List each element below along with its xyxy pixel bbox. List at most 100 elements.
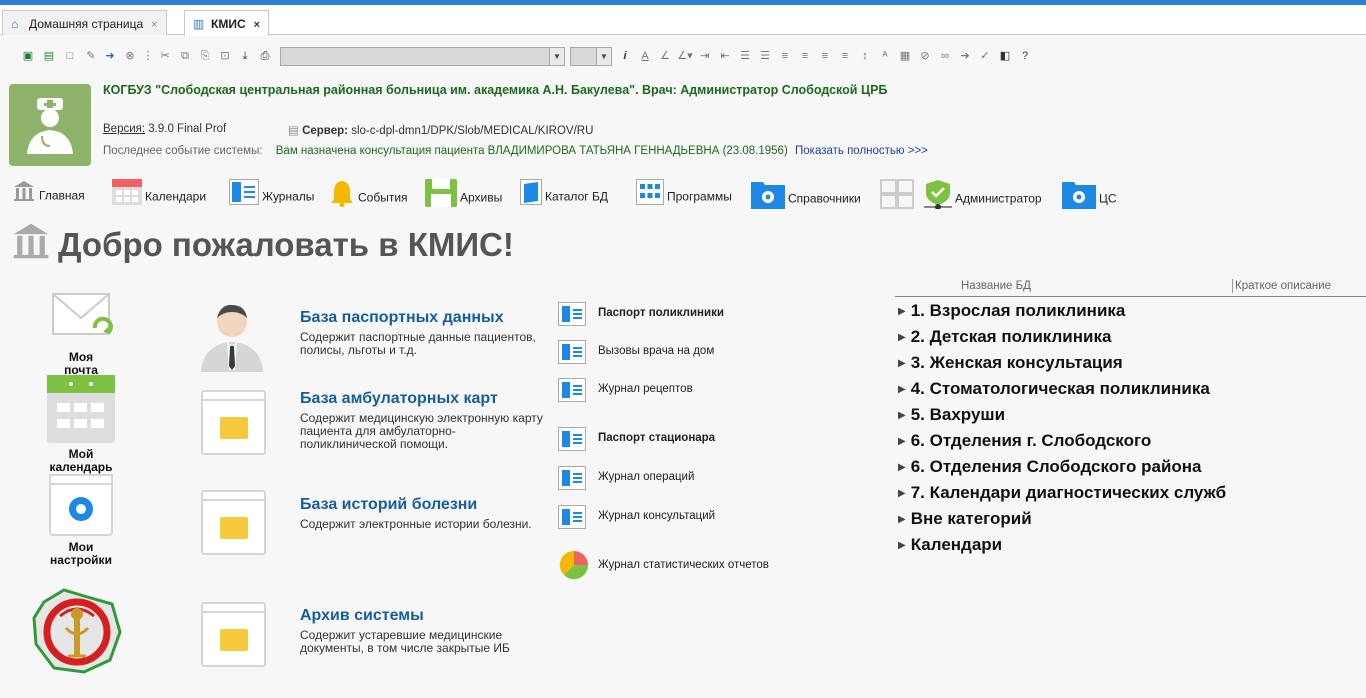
font-size-select[interactable]: ▼ bbox=[570, 47, 612, 66]
expand-arrow-icon[interactable]: ▶ bbox=[898, 332, 906, 343]
close-tab-icon[interactable]: × bbox=[151, 19, 157, 31]
nav-grid[interactable] bbox=[880, 179, 917, 209]
db-title[interactable]: База амбулаторных карт bbox=[300, 390, 498, 408]
copy-icon[interactable]: ⧉ bbox=[177, 48, 193, 64]
expand-arrow-icon[interactable]: ▶ bbox=[898, 306, 906, 317]
server-value: slo-c-dpl-dmn1/DPK/Slob/MEDICAL/KIROV/RU bbox=[351, 125, 594, 137]
tab-home[interactable]: ⌂ Домашняя страница × bbox=[2, 10, 167, 35]
excel-icon[interactable]: ▣ bbox=[20, 48, 36, 64]
pen-icon[interactable]: ∠ bbox=[657, 48, 673, 64]
help-icon[interactable]: ? bbox=[1017, 48, 1033, 64]
tree-node[interactable]: ▶ 3. Женская консультация bbox=[898, 353, 1123, 373]
cancel-icon[interactable]: ⊗ bbox=[122, 48, 138, 64]
expand-arrow-icon[interactable]: ▶ bbox=[898, 462, 906, 473]
justify-icon[interactable]: ≡ bbox=[837, 48, 853, 64]
passport-db-card[interactable]: База паспортных данных Содержит паспортн… bbox=[196, 300, 536, 380]
my-mail-shortcut[interactable]: Моя почта bbox=[36, 290, 126, 377]
expand-arrow-icon[interactable]: ▶ bbox=[898, 410, 906, 421]
tree-node[interactable]: ▶ 6. Отделения г. Слободского bbox=[898, 431, 1151, 451]
font-family-select[interactable]: ▼ bbox=[280, 47, 565, 66]
journal-item[interactable]: Паспорт стационара bbox=[558, 427, 798, 451]
tab-kmis[interactable]: ▥ КМИС × bbox=[184, 10, 270, 36]
line-spacing-icon[interactable]: ↕ bbox=[857, 48, 873, 64]
nav-programs[interactable]: Программы bbox=[636, 179, 732, 209]
apps-icon bbox=[636, 179, 664, 216]
tree-node[interactable]: ▶ Календари bbox=[898, 535, 1002, 555]
journal-item[interactable]: Журнал статистических отчетов bbox=[558, 550, 798, 580]
forward-icon[interactable]: ➜ bbox=[102, 48, 118, 64]
highlight-icon[interactable]: ∠▾ bbox=[677, 48, 693, 64]
db-title[interactable]: Архив системы bbox=[300, 607, 424, 625]
col-header-name[interactable]: Название БД bbox=[961, 280, 1031, 292]
tree-node[interactable]: ▶ 2. Детская поликлиника bbox=[898, 327, 1111, 347]
col-divider[interactable] bbox=[1232, 279, 1233, 293]
my-settings-shortcut[interactable]: Мои настройки bbox=[36, 474, 126, 567]
tree-node[interactable]: ▶ 4. Стоматологическая поликлиника bbox=[898, 379, 1210, 399]
spellcheck-icon[interactable]: ✓ bbox=[977, 48, 993, 64]
link-icon[interactable]: ∞ bbox=[937, 48, 953, 64]
expand-arrow-icon[interactable]: ▶ bbox=[898, 358, 906, 369]
format-icon[interactable]: ◧ bbox=[997, 48, 1013, 64]
nav-references[interactable]: Справочники bbox=[751, 179, 861, 209]
col-header-description[interactable]: Краткое описание bbox=[1235, 280, 1331, 292]
tree-node[interactable]: ▶ 1. Взрослая поликлиника bbox=[898, 301, 1125, 321]
journal-item[interactable]: Журнал рецептов bbox=[558, 378, 798, 402]
nav-cs[interactable]: ЦС bbox=[1062, 179, 1117, 209]
page-icon[interactable]: □ bbox=[62, 48, 78, 64]
align-center-icon[interactable]: ≡ bbox=[797, 48, 813, 64]
italic-icon[interactable]: i bbox=[617, 48, 633, 64]
journal-item[interactable]: Журнал операций bbox=[558, 466, 798, 490]
print-icon[interactable]: ⎙ bbox=[257, 48, 273, 64]
outdent-icon[interactable]: ⇤ bbox=[717, 48, 733, 64]
tree-node[interactable]: ▶ Вне категорий bbox=[898, 509, 1032, 529]
attach-icon[interactable]: ⊘ bbox=[917, 48, 933, 64]
outpatient-db-card[interactable]: База амбулаторных карт Содержит медицинс… bbox=[196, 390, 543, 470]
event-message: Вам назначена консультация пациента ВЛАД… bbox=[275, 145, 788, 157]
tree-node[interactable]: ▶ 6. Отделения Слободского района bbox=[898, 457, 1202, 477]
nav-admin[interactable]: Администратор bbox=[924, 179, 1042, 210]
calculator-icon[interactable]: ▤ bbox=[41, 48, 57, 64]
version-label[interactable]: Версия: bbox=[103, 123, 145, 135]
cut-icon[interactable]: ✂ bbox=[157, 48, 173, 64]
journal-item[interactable]: Вызовы врача на дом bbox=[558, 340, 798, 364]
align-right-icon[interactable]: ≡ bbox=[817, 48, 833, 64]
nav-catalog[interactable]: Каталог БД bbox=[520, 179, 608, 209]
tree-node[interactable]: ▶ 5. Вахруши bbox=[898, 405, 1005, 425]
expand-arrow-icon[interactable]: ▶ bbox=[898, 436, 906, 447]
my-calendar-shortcut[interactable]: Мой календарь bbox=[36, 375, 126, 474]
paste-icon[interactable]: ⎘ bbox=[197, 48, 213, 64]
font-color-icon[interactable]: A bbox=[637, 48, 653, 64]
journal-item[interactable]: Паспорт поликлиники bbox=[558, 302, 798, 326]
db-title[interactable]: База историй болезни bbox=[300, 496, 477, 514]
history-db-card[interactable]: База историй болезни Содержит электронны… bbox=[196, 490, 536, 570]
nav-events[interactable]: События bbox=[329, 179, 408, 209]
insert-icon[interactable]: ➔ bbox=[957, 48, 973, 64]
table-icon[interactable]: ▦ bbox=[897, 48, 913, 64]
gear-icon bbox=[49, 474, 113, 536]
align-left-icon[interactable]: ≡ bbox=[777, 48, 793, 64]
nav-archives[interactable]: Архивы bbox=[425, 179, 502, 209]
nav-calendars[interactable]: Календари bbox=[112, 179, 206, 209]
expand-arrow-icon[interactable]: ▶ bbox=[898, 540, 906, 551]
edit-icon[interactable]: ✎ bbox=[83, 48, 99, 64]
font-size-icon[interactable]: ᴬ bbox=[877, 48, 893, 64]
expand-arrow-icon[interactable]: ▶ bbox=[898, 384, 906, 395]
show-more-link[interactable]: Показать полностью >>> bbox=[795, 145, 928, 157]
tree-node[interactable]: ▶ 7. Календари диагностических служб bbox=[898, 483, 1226, 503]
db-title[interactable]: База паспортных данных bbox=[300, 309, 504, 327]
journal-item[interactable]: Журнал консультаций bbox=[558, 505, 798, 529]
journal-icon bbox=[558, 378, 586, 402]
paste-special-icon[interactable]: ⊡ bbox=[217, 48, 233, 64]
expand-arrow-icon[interactable]: ▶ bbox=[898, 514, 906, 525]
server-icon: ▤ bbox=[288, 125, 299, 137]
archive-db-card[interactable]: Архив системы Содержит устаревшие медици… bbox=[196, 602, 536, 682]
nav-home[interactable]: Главная bbox=[12, 179, 85, 209]
indent-icon[interactable]: ⇥ bbox=[697, 48, 713, 64]
download-icon[interactable]: ⤓ bbox=[237, 48, 253, 64]
nav-journals[interactable]: Журналы bbox=[229, 179, 314, 209]
bullet-list-icon[interactable]: ☰ bbox=[737, 48, 753, 64]
expand-arrow-icon[interactable]: ▶ bbox=[898, 488, 906, 499]
folder-window-icon bbox=[201, 602, 266, 667]
numbered-list-icon[interactable]: ☰ bbox=[757, 48, 773, 64]
close-tab-icon[interactable]: × bbox=[254, 19, 260, 31]
